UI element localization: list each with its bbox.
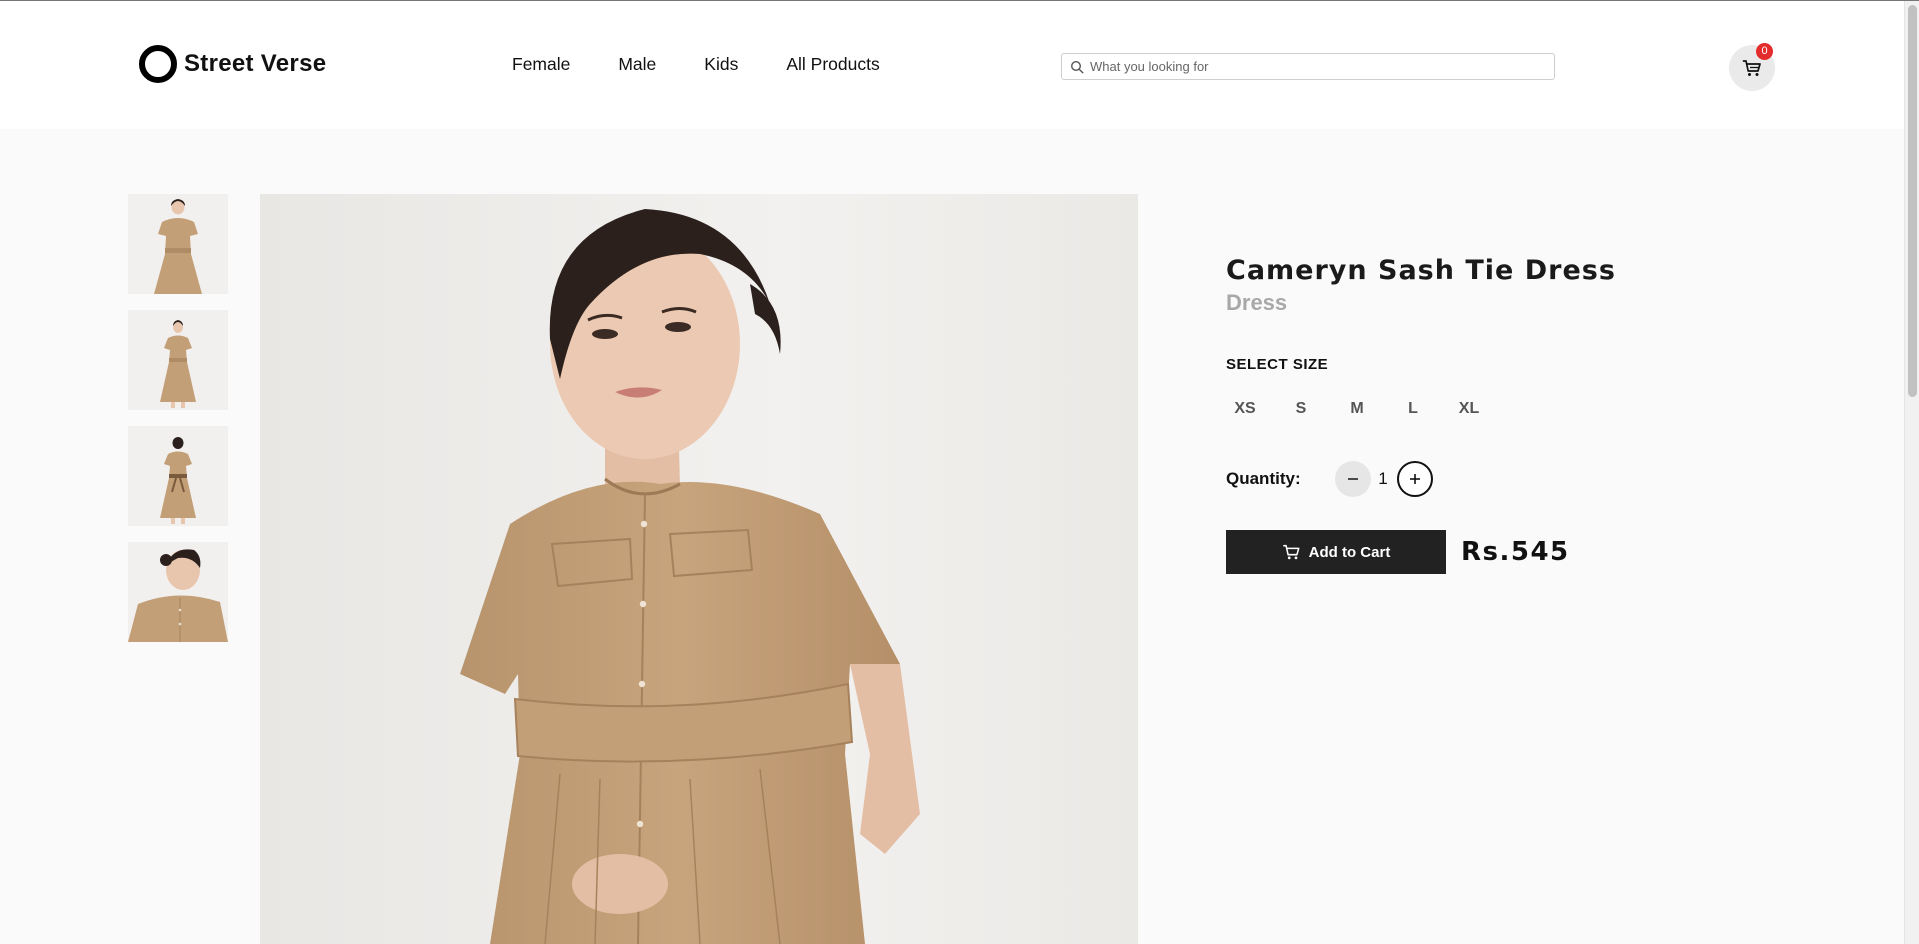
search-input[interactable] [1090, 59, 1530, 74]
thumbnail-full-length[interactable] [128, 310, 228, 410]
select-size-label: SELECT SIZE [1226, 356, 1329, 373]
add-to-cart-button[interactable]: Add to Cart [1226, 530, 1446, 574]
search-bar [1061, 53, 1555, 80]
thumbnail-closeup[interactable] [128, 542, 228, 642]
size-option-xl[interactable]: XL [1450, 397, 1488, 421]
quantity-decrease-button[interactable] [1335, 461, 1371, 497]
cart-button[interactable]: 0 [1729, 43, 1775, 91]
thumbnail-front-image [128, 194, 228, 294]
nav-item-kids[interactable]: Kids [704, 54, 738, 75]
product-main-image [260, 194, 1138, 944]
brand-logo[interactable]: Street Verse [139, 45, 326, 83]
plus-icon [1410, 474, 1420, 484]
main-nav: Female Male Kids All Products [512, 54, 928, 75]
cart-count-badge: 0 [1756, 43, 1773, 60]
quantity-label: Quantity: [1226, 469, 1301, 488]
cart-icon [1282, 544, 1300, 560]
size-options: XS S M L XL [1226, 397, 1506, 421]
cart-icon [1742, 60, 1761, 76]
nav-item-all-products[interactable]: All Products [786, 54, 879, 75]
search-icon [1070, 60, 1084, 74]
size-option-xs[interactable]: XS [1226, 397, 1264, 421]
brand-name: Street Verse [184, 50, 327, 77]
thumbnail-back[interactable] [128, 426, 228, 526]
page-scrollbar[interactable] [1904, 1, 1919, 944]
product-category: Dress [1226, 290, 1288, 315]
add-to-cart-label: Add to Cart [1308, 543, 1391, 561]
thumbnail-front[interactable] [128, 194, 228, 294]
product-photo [260, 194, 1138, 944]
quantity-increase-button[interactable] [1397, 461, 1433, 497]
logo-ring-icon [139, 45, 177, 83]
product-title: Cameryn Sash Tie Dress [1226, 255, 1616, 286]
size-option-l[interactable]: L [1394, 397, 1432, 421]
size-option-m[interactable]: M [1338, 397, 1376, 421]
scrollbar-thumb[interactable] [1908, 5, 1917, 397]
size-option-s[interactable]: S [1282, 397, 1320, 421]
quantity-value: 1 [1378, 469, 1388, 488]
nav-item-female[interactable]: Female [512, 54, 570, 75]
thumbnail-back-image [128, 426, 228, 526]
nav-item-male[interactable]: Male [618, 54, 656, 75]
site-header: Street Verse Female Male Kids All Produc… [0, 1, 1904, 129]
thumbnail-closeup-image [128, 542, 228, 642]
product-price: Rs.545 [1461, 537, 1570, 567]
thumbnail-full-length-image [128, 310, 228, 410]
minus-icon [1348, 478, 1358, 480]
